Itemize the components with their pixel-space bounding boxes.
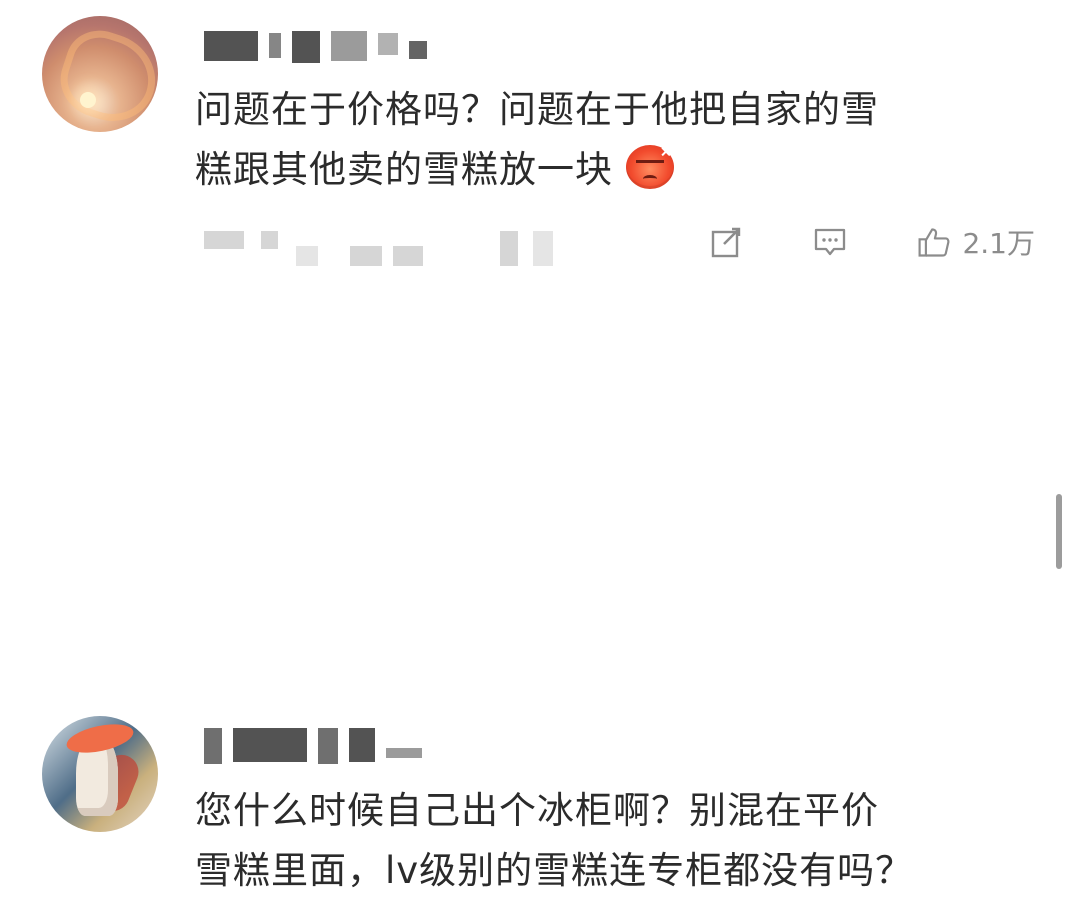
avatar[interactable]	[42, 16, 158, 132]
reply-button[interactable]	[812, 224, 848, 260]
avatar-decoration	[51, 21, 158, 132]
reply-icon	[815, 228, 846, 256]
username-redacted[interactable]	[204, 728, 433, 766]
comment-text: 问题在于价格吗？问题在于他把自家的雪 糕跟其他卖的雪糕放一块	[195, 80, 1025, 200]
comment-item: 问题在于价格吗？问题在于他把自家的雪 糕跟其他卖的雪糕放一块 2.1万	[0, 0, 1080, 320]
like-icon	[918, 228, 950, 257]
sun-icon	[80, 92, 96, 108]
comment-text-fragment: 糕跟其他卖的雪糕放一块	[195, 148, 613, 191]
comment-item: 您什么时候自己出个冰柜啊？别混在平价 雪糕里面，lv级别的雪糕连专柜都没有吗？	[0, 350, 1080, 892]
scrollbar-thumb[interactable]	[1056, 494, 1062, 569]
comment-meta-redacted	[204, 226, 564, 271]
angry-face-icon	[625, 145, 674, 189]
edit-button[interactable]	[708, 224, 744, 260]
avatar[interactable]	[42, 716, 158, 832]
comment-text-line: 问题在于价格吗？问题在于他把自家的雪	[195, 88, 879, 131]
anger-vein-icon	[660, 146, 671, 157]
edit-icon	[712, 227, 741, 258]
comment-text-line: 雪糕里面，lv级别的雪糕连专柜都没有吗？	[195, 849, 914, 892]
like-button[interactable]: 2.1万	[916, 222, 1035, 262]
comment-text: 您什么时候自己出个冰柜啊？别混在平价 雪糕里面，lv级别的雪糕连专柜都没有吗？	[195, 781, 1025, 901]
like-count: 2.1万	[962, 227, 1035, 260]
comment-actions: 2.1万	[640, 222, 1035, 262]
comment-text-line: 糕跟其他卖的雪糕放一块	[195, 140, 1025, 200]
comment-text-line: 您什么时候自己出个冰柜啊？别混在平价	[195, 789, 879, 832]
username-redacted[interactable]	[204, 31, 438, 63]
